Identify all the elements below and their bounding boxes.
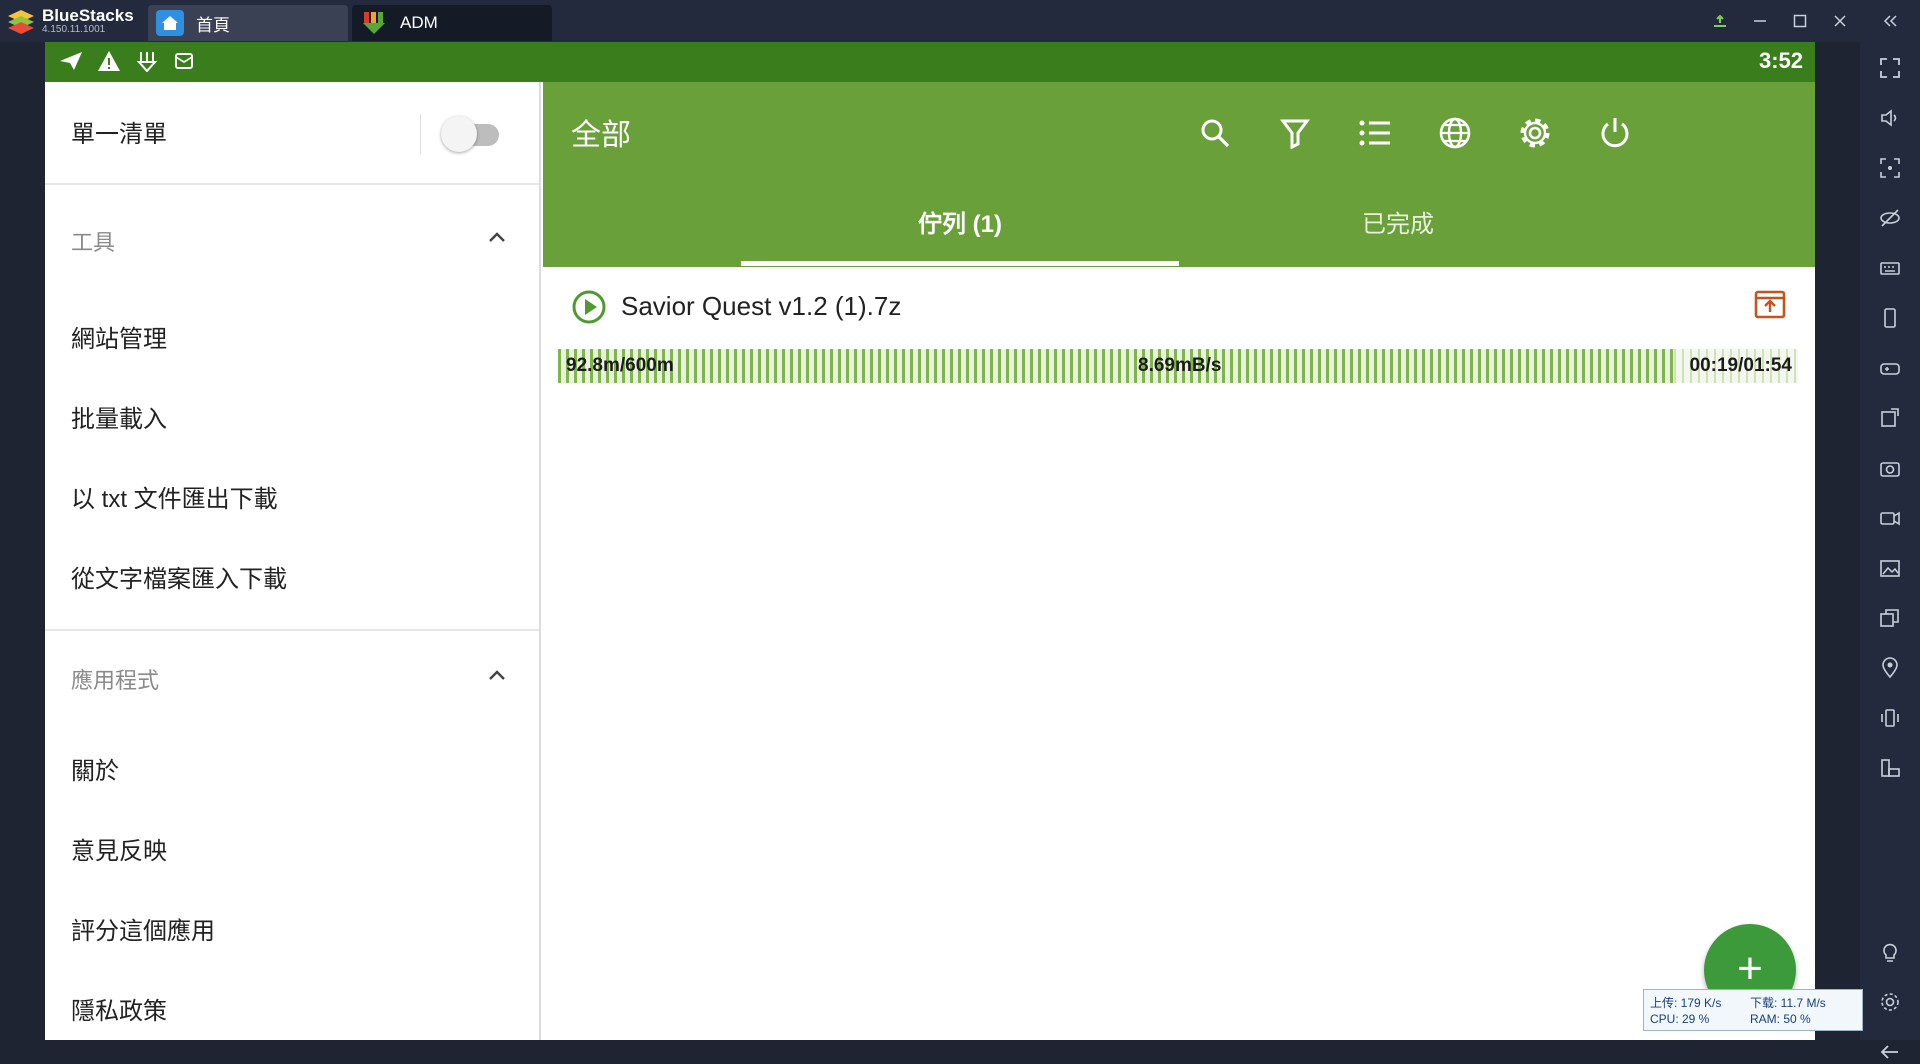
menu-item-rate-app[interactable]: 評分這個應用 — [45, 887, 539, 967]
navigation-drawer: 單一清單 工具 網站管理 批量載入 以 txt 文件匯出下載 從文字檔案匯入下載… — [45, 82, 541, 1040]
section-title: 應用程式 — [71, 668, 160, 693]
android-screen: 3:52 單一清單 工具 網站管理 批量載入 以 txt 文件匯出下載 從文字檔… — [45, 42, 1815, 1040]
expand-view-icon[interactable] — [1878, 156, 1902, 180]
apk-install-icon[interactable] — [1878, 406, 1902, 430]
tab-queue[interactable]: 佇列 (1) — [741, 197, 1179, 267]
power-icon[interactable] — [1597, 115, 1633, 151]
keyboard-icon[interactable] — [1878, 256, 1902, 280]
shake-icon[interactable] — [1878, 706, 1902, 730]
page-title: 全部 — [571, 119, 631, 152]
download-file-name: Savior Quest v1.2 (1).7z — [621, 291, 902, 321]
status-time: 3:52 — [1758, 48, 1803, 73]
tab-adm-label: ADM — [400, 13, 438, 32]
send-icon — [59, 50, 83, 77]
menu-item-feedback[interactable]: 意見反映 — [45, 807, 539, 887]
sync-icon[interactable] — [1700, 0, 1740, 42]
list-icon[interactable] — [1357, 115, 1393, 151]
drawer-header: 單一清單 — [45, 82, 539, 185]
gamepad-icon[interactable] — [1878, 356, 1902, 380]
mail-icon — [173, 50, 195, 77]
menu-item-batch-load[interactable]: 批量載入 — [45, 375, 539, 455]
volume-icon[interactable] — [1878, 106, 1902, 130]
progress-speed: 8.69mB/s — [1138, 355, 1222, 376]
window-titlebar: BlueStacks 4.150.11.1001 首頁 ADM — [0, 0, 1920, 42]
warning-icon — [97, 50, 121, 77]
chevron-up-icon — [489, 232, 505, 242]
section-application: 應用程式 關於 意見反映 評分這個應用 隱私政策 — [45, 631, 539, 1040]
filter-icon[interactable] — [1277, 115, 1313, 151]
menu-item-label: 關於 — [71, 758, 119, 785]
network-monitor-widget: 上传: 179 K/s 下载: 11.7 M/s CPU: 29 % RAM: … — [1643, 989, 1863, 1031]
video-record-icon[interactable] — [1878, 506, 1902, 530]
sidebar-settings-icon[interactable] — [1878, 990, 1902, 1014]
maximize-button[interactable] — [1780, 0, 1820, 42]
eye-off-icon[interactable] — [1878, 206, 1902, 230]
close-button[interactable] — [1820, 0, 1860, 42]
menu-item-export-txt[interactable]: 以 txt 文件匯出下載 — [45, 455, 539, 535]
ram-usage: RAM: 50 % — [1750, 1012, 1811, 1026]
tab-home[interactable]: 首頁 — [148, 5, 348, 41]
header-divider — [420, 114, 421, 154]
progress-fill — [558, 349, 1674, 383]
progress-time: 00:19/01:54 — [1689, 355, 1792, 376]
gear-icon[interactable] — [1517, 115, 1553, 151]
phone-icon[interactable] — [1878, 306, 1902, 330]
download-item[interactable]: Savior Quest v1.2 (1).7z 92.8m/600m 8.69… — [543, 267, 1815, 397]
section-tools-header[interactable]: 工具 — [45, 185, 539, 295]
menu-item-label: 以 txt 文件匯出下載 — [71, 486, 278, 513]
home-icon — [156, 10, 184, 36]
menu-item-label: 從文字檔案匯入下載 — [71, 566, 287, 593]
tab-home-label: 首頁 — [196, 15, 230, 35]
menu-item-label: 批量載入 — [71, 406, 167, 433]
menu-item-site-manager[interactable]: 網站管理 — [45, 295, 539, 375]
active-tab-indicator — [741, 261, 1179, 266]
app-name: BlueStacks — [42, 5, 134, 25]
minimize-button[interactable] — [1740, 0, 1780, 42]
bluestacks-logo: BlueStacks 4.150.11.1001 — [0, 0, 140, 42]
menu-item-label: 隱私政策 — [71, 998, 167, 1025]
menu-item-about[interactable]: 關於 — [45, 727, 539, 807]
android-statusbar: 3:52 — [45, 42, 1815, 82]
adm-download-icon — [360, 10, 388, 36]
section-application-header[interactable]: 應用程式 — [45, 631, 539, 727]
back-arrow-icon[interactable] — [1878, 1040, 1902, 1064]
bluestacks-logo-icon — [6, 8, 36, 34]
archive-icon[interactable] — [1753, 287, 1787, 321]
gallery-icon[interactable] — [1878, 556, 1902, 580]
menu-item-label: 網站管理 — [71, 326, 167, 353]
menu-item-privacy[interactable]: 隱私政策 — [45, 967, 539, 1040]
app-version: 4.150.11.1001 — [42, 23, 106, 35]
toggle-knob — [441, 116, 477, 152]
menu-item-label: 評分這個應用 — [71, 918, 215, 945]
menu-item-label: 意見反映 — [71, 838, 167, 865]
cpu-usage: CPU: 29 % — [1650, 1012, 1710, 1026]
location-icon[interactable] — [1878, 656, 1902, 680]
tab-completed[interactable]: 已完成 — [1179, 197, 1617, 267]
bluestacks-sidebar — [1860, 42, 1920, 1059]
upload-speed: 上传: 179 K/s — [1650, 996, 1722, 1010]
play-icon[interactable] — [571, 289, 607, 325]
download-progress-bar: 92.8m/600m 8.69mB/s 00:19/01:54 — [558, 349, 1798, 383]
fullscreen-icon[interactable] — [1878, 56, 1902, 80]
app-bar: 全部 佇列 (1) 已完成 — [543, 82, 1815, 267]
search-icon[interactable] — [1197, 115, 1233, 151]
section-tools: 工具 網站管理 批量載入 以 txt 文件匯出下載 從文字檔案匯入下載 — [45, 185, 539, 631]
lightbulb-icon[interactable] — [1878, 940, 1902, 964]
rotate-icon[interactable] — [1878, 756, 1902, 780]
camera-icon[interactable] — [1878, 456, 1902, 480]
multi-instance-icon[interactable] — [1878, 606, 1902, 630]
section-title: 工具 — [71, 230, 116, 255]
chevron-up-icon — [489, 670, 505, 680]
single-list-label: 單一清單 — [71, 121, 167, 148]
menu-item-import-text[interactable]: 從文字檔案匯入下載 — [45, 535, 539, 615]
progress-size: 92.8m/600m — [566, 355, 674, 376]
collapse-sidebar-icon[interactable] — [1860, 0, 1920, 42]
tab-adm[interactable]: ADM — [352, 5, 552, 41]
globe-icon[interactable] — [1437, 115, 1473, 151]
download-status-icon — [135, 50, 159, 77]
download-speed: 下载: 11.7 M/s — [1750, 996, 1826, 1010]
download-tabs: 佇列 (1) 已完成 — [543, 197, 1815, 267]
